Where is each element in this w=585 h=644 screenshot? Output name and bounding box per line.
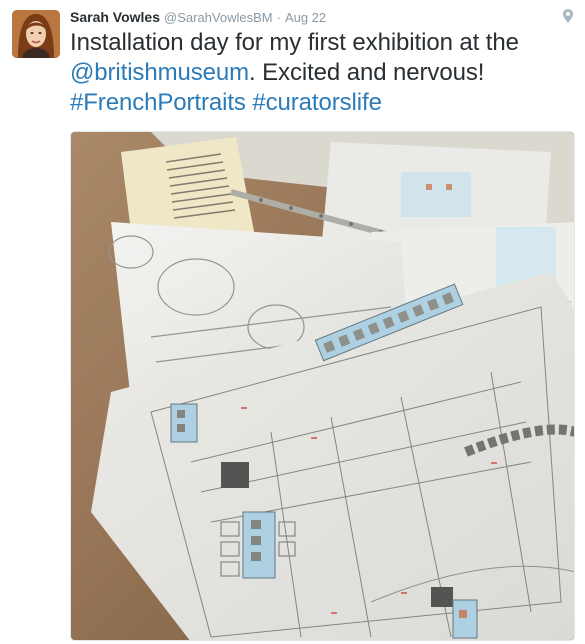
author-name[interactable]: Sarah Vowles [70, 9, 160, 25]
separator-dot: · [276, 10, 281, 25]
avatar[interactable] [12, 10, 60, 58]
author-handle[interactable]: @SarahVowlesBM [164, 10, 273, 25]
tweet-header: Sarah Vowles @SarahVowlesBM · Aug 22 [70, 9, 326, 27]
hashtag-curatorslife[interactable]: #curatorslife [252, 89, 382, 116]
tweet-text-line1: Installation day for my first exhibition… [70, 29, 519, 56]
hashtag-frenchportraits[interactable]: #FrenchPortraits [70, 89, 246, 116]
floor-plans-photo [71, 132, 574, 640]
tweet-media-photo[interactable] [70, 131, 575, 641]
mention-link[interactable]: @britishmuseum [70, 59, 249, 86]
location-pin-icon[interactable] [563, 9, 573, 23]
tweet-text: Installation day for my first exhibition… [70, 28, 575, 118]
tweet-timestamp[interactable]: Aug 22 [285, 10, 326, 25]
tweet: Sarah Vowles @SarahVowlesBM · Aug 22 Ins… [0, 0, 585, 644]
tweet-text-line2: . Excited and nervous! [249, 59, 485, 86]
